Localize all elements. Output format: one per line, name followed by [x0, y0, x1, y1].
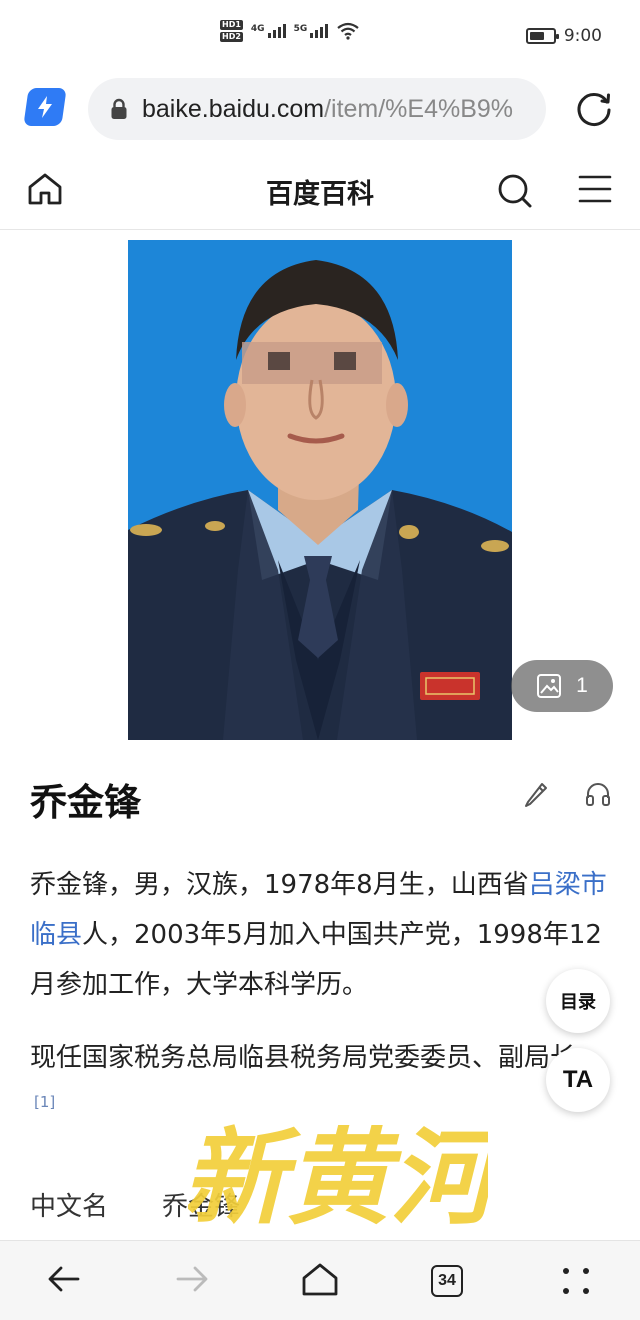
gallery-button[interactable]: 1	[511, 660, 613, 712]
infobox-label: 中文名	[30, 1192, 109, 1222]
more-options-icon[interactable]	[560, 1265, 592, 1297]
lock-icon	[111, 98, 127, 119]
status-bar: HD1 HD2 4G 5G 9:00	[0, 0, 640, 70]
url-path: /item/%E4%B9%	[324, 94, 514, 123]
tabs-button[interactable]: 34	[431, 1265, 463, 1297]
forward-arrow-icon[interactable]	[174, 1261, 210, 1297]
browser-address-bar: baike.baidu.com/item/%E4%B9%	[0, 70, 640, 148]
citation-link[interactable]: [1]	[34, 1093, 55, 1111]
menu-icon[interactable]	[578, 174, 612, 204]
url-domain: baike.baidu.com	[142, 94, 325, 123]
portrait-image	[128, 240, 512, 740]
baike-header: 百度百科	[0, 150, 640, 230]
xinhuanghe-watermark: 新黄河	[188, 1116, 488, 1236]
url-text: baike.baidu.com/item/%E4%B9%	[142, 95, 513, 124]
page-title: 百度百科	[266, 179, 374, 210]
person-photo[interactable]	[128, 240, 512, 740]
entry-title: 乔金锋	[30, 781, 141, 824]
gallery-count: 1	[576, 674, 588, 697]
headphones-icon[interactable]	[584, 780, 612, 808]
back-arrow-icon[interactable]	[46, 1261, 82, 1297]
summary-text-start: 乔金锋，男，汉族，1978年8月生，山西省	[30, 870, 529, 900]
battery-icon	[525, 28, 559, 44]
hd1-label: HD1	[220, 20, 243, 30]
signal-5g-icon: 5G	[294, 24, 329, 38]
lightning-icon[interactable]	[23, 88, 67, 126]
image-gallery-icon	[537, 674, 562, 698]
url-field[interactable]: baike.baidu.com/item/%E4%B9%	[88, 78, 546, 140]
clock: 9:00	[563, 26, 602, 46]
summary-paragraph: 乔金锋，男，汉族，1978年8月生，山西省吕梁市临县人，2003年5月加入中国共…	[30, 860, 610, 1010]
home-nav-icon[interactable]	[301, 1261, 339, 1297]
position-text: 现任国家税务总局临县税务局党委委员、副局长。	[30, 1043, 603, 1073]
signal-4g-icon: 4G	[251, 24, 286, 38]
edit-icon[interactable]	[522, 780, 550, 808]
search-icon[interactable]	[496, 172, 534, 210]
ta-button[interactable]: TA	[546, 1048, 610, 1112]
refresh-icon[interactable]	[574, 88, 614, 128]
summary-text-end: 人，2003年5月加入中国共产党，1998年12月参加工作，大学本科学历。	[30, 920, 602, 1000]
hd2-label: HD2	[220, 32, 243, 42]
toc-button[interactable]: 目录	[546, 969, 610, 1033]
status-right: 9:00	[525, 26, 602, 46]
svg-text:新黄河: 新黄河	[188, 1116, 488, 1236]
browser-bottom-nav: 34	[0, 1240, 640, 1320]
wifi-icon	[337, 22, 359, 40]
status-icons: HD1 HD2 4G 5G	[220, 20, 360, 42]
hd-icon: HD1 HD2	[220, 20, 243, 42]
